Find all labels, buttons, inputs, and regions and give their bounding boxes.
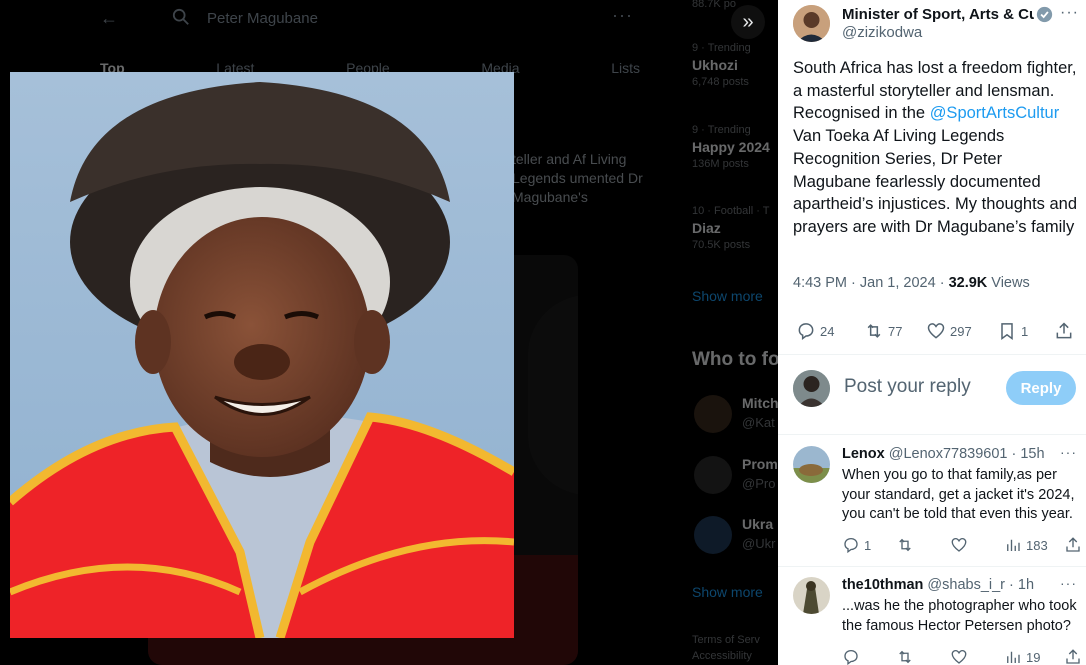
views-count: 32.9K (948, 275, 988, 291)
trend-item[interactable]: 9 · Trending Happy 2024 136M posts (692, 124, 778, 170)
retweet-icon (899, 650, 911, 664)
share-button[interactable] (1054, 321, 1074, 341)
reply-text: When you go to that family,as per your s… (842, 467, 1075, 522)
trend-item[interactable]: 9 · Trending Ukhozi 6,748 posts (692, 42, 778, 88)
views-button[interactable]: 19 (1004, 648, 1040, 665)
views-button[interactable]: 183 (1004, 536, 1048, 554)
more-options-icon[interactable]: ··· (1060, 4, 1079, 22)
avatar (694, 456, 732, 494)
reply-button[interactable]: 24 (796, 321, 834, 341)
share-button[interactable] (1064, 648, 1082, 665)
portrait-illustration (10, 72, 514, 638)
follow-suggestion[interactable]: Prom @Pro (692, 456, 778, 500)
follow-suggestion[interactable]: Mitch @Kat (692, 395, 778, 439)
tweet-detail-panel: Minister of Sport, Arts & Culture @zizik… (778, 0, 1086, 665)
divider (778, 434, 1086, 435)
reply-button[interactable]: 1 (842, 536, 871, 554)
heart-icon (951, 537, 967, 552)
analytics-icon (1007, 651, 1020, 663)
reply-actions: 1 183 (842, 536, 1082, 556)
more-options-icon[interactable]: ··· (612, 5, 633, 26)
retweet-button[interactable] (896, 648, 918, 665)
show-more-link[interactable]: Show more (692, 584, 763, 600)
footer-links: Terms of Serv Accessibility (692, 632, 760, 664)
trend-count-top: 88.7K po (692, 0, 737, 10)
author-avatar[interactable] (793, 5, 830, 42)
footer-terms-link[interactable]: Terms of Serv (692, 632, 760, 648)
mention-link[interactable]: @SportArtsCultur (930, 104, 1060, 122)
retweet-button[interactable]: 77 (864, 321, 902, 341)
more-options-icon[interactable]: ··· (1060, 575, 1077, 591)
like-button[interactable] (950, 536, 972, 554)
reply-header: the10thman @shabs_i_r · 1h (842, 577, 1035, 593)
bookmark-icon (1001, 323, 1013, 340)
like-button[interactable] (950, 648, 972, 665)
show-more-link[interactable]: Show more (692, 288, 763, 304)
collapse-panel-button[interactable]: » (731, 5, 765, 39)
reply-icon (844, 649, 858, 665)
reply-icon (798, 323, 814, 340)
search-input[interactable]: Peter Magubane (207, 10, 318, 27)
reply-author-handle[interactable]: @Lenox77839601 (889, 446, 1008, 462)
background-media-figure (528, 295, 578, 495)
analytics-icon (1007, 539, 1020, 551)
trend-item[interactable]: 10 · Football · T Diaz 70.5K posts (692, 205, 778, 251)
avatar[interactable] (793, 577, 830, 614)
tweet-actions: 24 77 297 1 (796, 321, 1078, 343)
avatar[interactable] (793, 446, 830, 483)
share-icon (1066, 649, 1080, 664)
current-user-avatar (793, 370, 830, 407)
heart-icon (927, 323, 945, 339)
expanded-photo (10, 72, 514, 638)
share-icon (1066, 537, 1080, 552)
reply-text: ...was he the photographer who took the … (842, 598, 1077, 634)
reply-header: Lenox @Lenox77839601 · 15h (842, 446, 1045, 462)
like-button[interactable]: 297 (926, 321, 972, 341)
reply-submit-button[interactable]: Reply (1006, 371, 1076, 405)
reply-actions: 19 (842, 648, 1082, 665)
heart-icon (951, 649, 967, 664)
reply-icon (844, 537, 858, 554)
who-to-follow-heading: Who to fo (692, 349, 778, 370)
verified-badge-icon (1036, 6, 1053, 23)
divider (778, 354, 1086, 355)
reply-author-handle[interactable]: @shabs_i_r (927, 577, 1005, 593)
reply-button[interactable] (842, 648, 864, 665)
tweet-text: South Africa has lost a freedom fighter,… (793, 59, 1078, 236)
bookmark-button[interactable]: 1 (997, 321, 1028, 341)
divider (778, 566, 1086, 567)
follow-suggestion[interactable]: Ukra @Ukr (692, 516, 778, 560)
share-button[interactable] (1064, 536, 1082, 554)
tab-lists[interactable]: Lists (611, 60, 640, 76)
retweet-icon (899, 538, 911, 552)
search-icon (172, 8, 189, 25)
reply-author-name[interactable]: the10thman (842, 577, 923, 593)
author-name[interactable]: Minister of Sport, Arts & Culture (842, 6, 1034, 23)
share-icon (1056, 322, 1072, 339)
author-handle[interactable]: @zizikodwa (842, 24, 922, 41)
background-post-text: teller and Af Living Legends umented Dr … (512, 151, 643, 205)
reply-author-name[interactable]: Lenox (842, 446, 885, 462)
retweet-button[interactable] (896, 536, 918, 554)
tweet-timestamp: 4:43 PM · Jan 1, 2024 · 32.9K Views (793, 275, 1030, 291)
avatar (694, 516, 732, 554)
avatar (694, 395, 732, 433)
more-options-icon[interactable]: ··· (1060, 444, 1077, 460)
footer-accessibility-link[interactable]: Accessibility (692, 648, 760, 664)
back-arrow-icon[interactable]: ← (100, 8, 118, 29)
retweet-icon (867, 324, 881, 338)
reply-input[interactable]: Post your reply (844, 376, 971, 398)
